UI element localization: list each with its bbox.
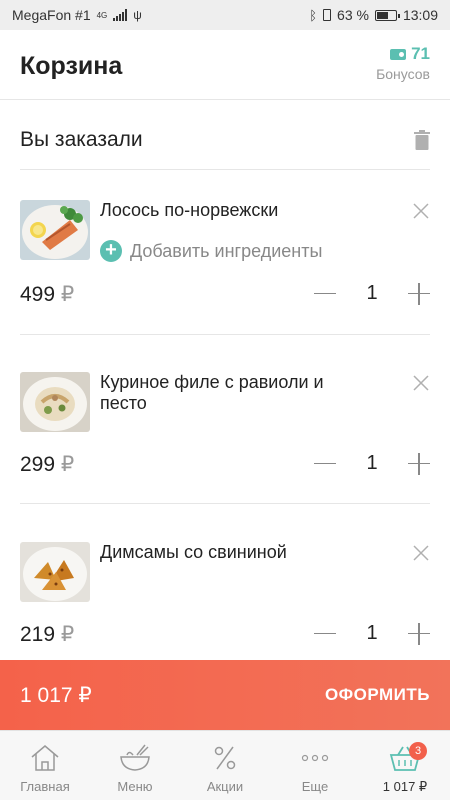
home-icon bbox=[31, 745, 59, 771]
cart-item: Куриное филе с равиоли и песто 299 ₽ 1 bbox=[20, 372, 430, 504]
usb-icon: ψ bbox=[133, 8, 142, 22]
quantity-stepper: 1 bbox=[314, 452, 430, 475]
increase-quantity-button[interactable] bbox=[408, 282, 430, 305]
bonus-label: Бонусов bbox=[376, 66, 430, 82]
item-price: 499 ₽ bbox=[20, 282, 74, 307]
quantity-value: 1 bbox=[366, 282, 378, 304]
cart-item: Лосось по-норвежски + Добавить ингредиен… bbox=[20, 200, 430, 335]
cart-item: Димсамы со свининой 219 ₽ 1 bbox=[20, 542, 430, 660]
currency-symbol: ₽ bbox=[60, 283, 75, 306]
network-type: 4G bbox=[96, 10, 108, 20]
clock: 13:09 bbox=[402, 7, 438, 23]
decrease-quantity-button[interactable] bbox=[314, 454, 336, 474]
tab-cart[interactable]: 3 1 017 ₽ bbox=[360, 731, 450, 800]
wallet-icon bbox=[390, 48, 407, 60]
divider bbox=[20, 334, 430, 335]
price-value: 499 bbox=[20, 283, 56, 306]
trash-icon[interactable] bbox=[414, 130, 430, 150]
quantity-stepper: 1 bbox=[314, 622, 430, 645]
remove-item-icon[interactable] bbox=[412, 374, 430, 392]
price-value: 219 bbox=[20, 623, 56, 646]
item-name: Лосось по-норвежски bbox=[100, 200, 279, 220]
decrease-quantity-button[interactable] bbox=[314, 284, 336, 304]
quantity-stepper: 1 bbox=[314, 282, 430, 305]
bowl-icon bbox=[120, 744, 150, 771]
order-total: 1 017 ₽ bbox=[20, 683, 92, 707]
tab-label: Меню bbox=[117, 779, 153, 794]
status-bar: MegaFon #1 4G ψ ᛒ 63 % 13:09 bbox=[0, 0, 450, 30]
currency-symbol: ₽ bbox=[60, 453, 75, 476]
tab-label: 1 017 ₽ bbox=[382, 779, 428, 794]
header: Корзина 71 Бонусов bbox=[0, 30, 450, 100]
battery-icon bbox=[374, 9, 400, 21]
signal-icon bbox=[113, 9, 128, 21]
price-value: 299 bbox=[20, 453, 56, 476]
tab-label: Акции bbox=[206, 779, 244, 794]
increase-quantity-button[interactable] bbox=[408, 622, 430, 645]
add-ingredients-label: Добавить ингредиенты bbox=[130, 240, 323, 261]
page-title: Корзина bbox=[20, 52, 123, 80]
order-section-header: Вы заказали bbox=[20, 100, 430, 170]
increase-quantity-button[interactable] bbox=[408, 452, 430, 475]
divider bbox=[20, 503, 430, 504]
item-price: 299 ₽ bbox=[20, 452, 74, 477]
remove-item-icon[interactable] bbox=[412, 202, 430, 220]
cart-count-badge: 3 bbox=[409, 742, 427, 760]
tab-promotions[interactable]: Акции bbox=[180, 731, 270, 800]
currency-symbol: ₽ bbox=[60, 623, 75, 646]
vibrate-icon bbox=[323, 9, 332, 21]
plus-circle-icon: + bbox=[100, 240, 122, 262]
section-title: Вы заказали bbox=[20, 128, 143, 151]
tab-more[interactable]: Еще bbox=[270, 731, 360, 800]
percent-icon bbox=[214, 746, 236, 770]
quantity-value: 1 bbox=[366, 452, 378, 474]
remove-item-icon[interactable] bbox=[412, 544, 430, 562]
bonus-balance[interactable]: 71 Бонусов bbox=[376, 44, 430, 82]
item-name: Димсамы со свининой bbox=[100, 542, 287, 562]
more-icon bbox=[301, 754, 329, 762]
quantity-value: 1 bbox=[366, 622, 378, 644]
tab-menu[interactable]: Меню bbox=[90, 731, 180, 800]
item-photo-chicken bbox=[20, 372, 90, 432]
item-photo-salmon bbox=[20, 200, 90, 260]
tab-home[interactable]: Главная bbox=[0, 731, 90, 800]
checkout-bar[interactable]: 1 017 ₽ ОФОРМИТЬ bbox=[0, 660, 450, 730]
carrier-name: MegaFon #1 bbox=[12, 7, 91, 23]
decrease-quantity-button[interactable] bbox=[314, 624, 336, 644]
tab-label: Еще bbox=[301, 779, 329, 794]
checkout-button[interactable]: ОФОРМИТЬ bbox=[325, 685, 430, 705]
item-price: 219 ₽ bbox=[20, 622, 74, 647]
bottom-tab-bar: Главная Меню Акции Еще 3 1 017 ₽ bbox=[0, 730, 450, 800]
bonus-value: 71 bbox=[411, 44, 430, 63]
item-photo-dimsum bbox=[20, 542, 90, 602]
bluetooth-icon: ᛒ bbox=[309, 7, 318, 23]
tab-label: Главная bbox=[20, 779, 70, 794]
add-ingredients-button[interactable]: + Добавить ингредиенты bbox=[100, 240, 322, 262]
item-name: Куриное филе с равиоли и песто bbox=[100, 372, 324, 413]
battery-percent: 63 % bbox=[337, 7, 369, 23]
